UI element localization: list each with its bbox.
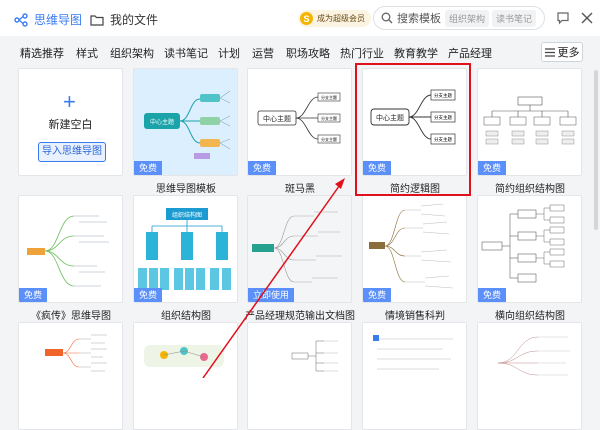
scrollbar[interactable]: [594, 70, 598, 230]
annotation-arrow: [202, 178, 345, 378]
